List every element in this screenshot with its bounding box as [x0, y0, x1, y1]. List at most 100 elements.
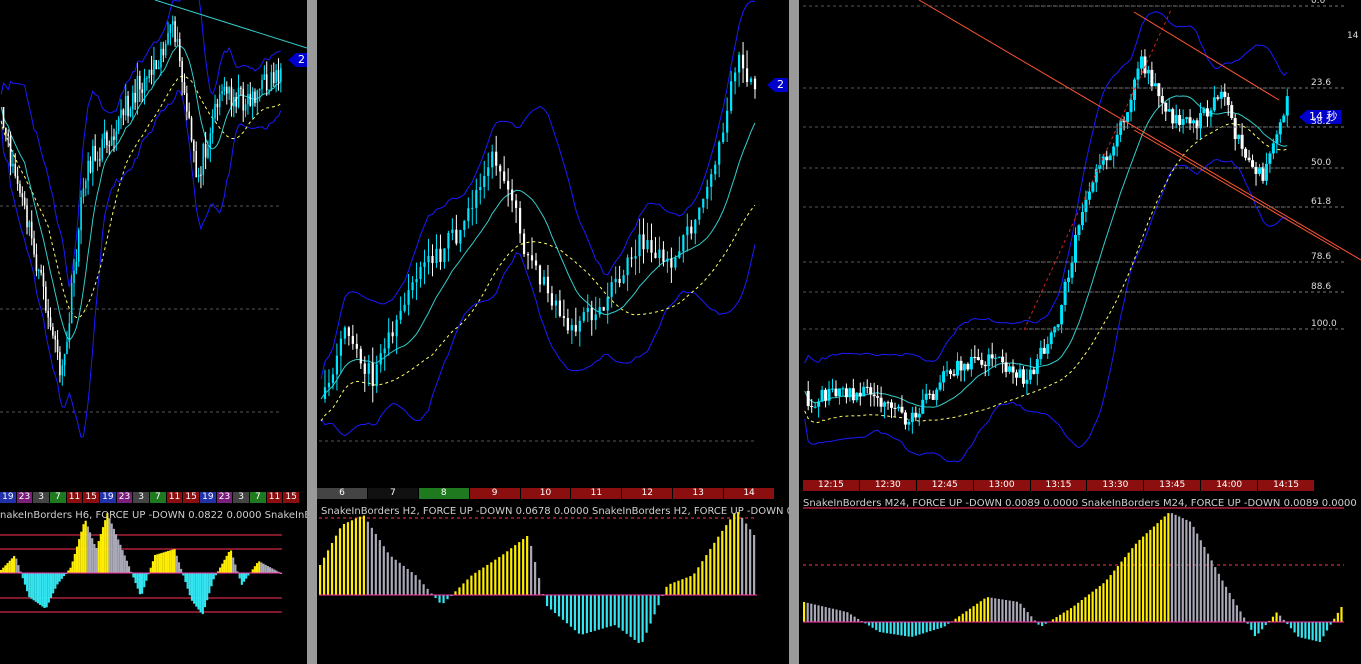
candle [471, 207, 474, 209]
candle [1268, 153, 1272, 164]
session-label: 8 [418, 488, 469, 499]
indicator-bar [1084, 597, 1087, 622]
candle [143, 78, 146, 93]
indicator-bar [1008, 600, 1011, 622]
candle [12, 163, 14, 167]
indicator-bar [171, 549, 174, 573]
candle [1188, 117, 1192, 124]
session-label: 6 [317, 488, 367, 499]
indicator-bar [534, 561, 537, 595]
channel-line-lower [1133, 129, 1340, 251]
indicator-bar [474, 572, 477, 595]
candle [1008, 366, 1012, 372]
candle [1251, 160, 1255, 167]
candle [910, 412, 914, 423]
panel-divider-1[interactable] [307, 0, 317, 664]
indicator-bar [1123, 557, 1127, 622]
indicator-bar [1318, 622, 1321, 642]
chart-panel-middle[interactable]: 2 6 7 8 9 10 11 12 13 14 SnakeInBorders H2, FORC… [317, 0, 789, 664]
candle [753, 78, 757, 90]
candle [1264, 163, 1268, 181]
indicator-bar [853, 616, 856, 622]
candle [1244, 148, 1248, 158]
indicator-bar [506, 551, 509, 595]
candle [917, 413, 921, 418]
candle [858, 392, 862, 397]
indicator-bar [154, 554, 157, 573]
candle [110, 136, 113, 146]
indicator-bar [1178, 516, 1181, 622]
indicator-bar [162, 552, 165, 573]
session-label: 3 [133, 492, 149, 503]
indicator-bar [943, 622, 946, 627]
panel-divider-2[interactable] [789, 0, 799, 664]
indicator-bar [498, 557, 501, 595]
indicator-bar [374, 533, 377, 595]
indicator-bar [1243, 617, 1246, 622]
candle [921, 399, 925, 414]
indicator-bar [979, 601, 982, 622]
indicator-bar [490, 562, 493, 595]
candle [666, 258, 669, 262]
candle [682, 235, 685, 252]
indicator-bar [1152, 526, 1156, 622]
candle [1261, 167, 1265, 181]
indicator-bar [238, 573, 241, 579]
candle [841, 388, 845, 390]
indicator-bar [849, 614, 853, 622]
indicator-bar [968, 608, 972, 622]
indicator-bar [817, 605, 820, 622]
candle [451, 229, 454, 234]
lower-band [804, 158, 1288, 463]
candle [1233, 118, 1237, 140]
indicator-bar [621, 595, 624, 631]
candle [1021, 369, 1025, 384]
indicator-bar [394, 559, 397, 595]
candle [99, 159, 101, 161]
candle [1219, 91, 1223, 99]
fib-level-label: 38.2 [1311, 117, 1332, 127]
indicator-bar [414, 575, 417, 595]
candle [431, 256, 434, 264]
session-label: 13:15 [1030, 480, 1087, 491]
price-chart-left [0, 0, 307, 615]
candle [19, 183, 21, 194]
indicator-bar [1185, 519, 1188, 622]
session-label: 3 [233, 492, 249, 503]
candle [606, 296, 609, 311]
indicator-bar [1069, 608, 1073, 622]
candle [122, 109, 125, 116]
session-label: 19 [200, 492, 216, 503]
candle [730, 81, 733, 111]
candle [1108, 155, 1112, 161]
indicator-bar [1109, 575, 1112, 622]
chart-panel-right[interactable]: 14 秒 14 0.0 23.6 38.2 50.0 61.8 78.6 88.6 100.0… [799, 0, 1361, 664]
candle [848, 388, 852, 398]
candle [23, 197, 26, 206]
candle [30, 221, 33, 239]
indicator-bar [149, 567, 152, 573]
indicator-bar [1073, 605, 1076, 622]
fib-level-label: 61.8 [1311, 197, 1332, 207]
candle [1056, 324, 1060, 328]
indicator-bar [1087, 594, 1091, 622]
candle [642, 234, 645, 250]
candle [511, 189, 514, 201]
candle [694, 219, 697, 234]
indicator-bar [138, 573, 141, 595]
candle [54, 335, 57, 340]
candle [272, 72, 275, 83]
indicator-bar [212, 573, 215, 580]
candle [483, 176, 486, 188]
candle [851, 388, 855, 401]
moving-average-slow [320, 204, 756, 422]
candle [230, 87, 233, 107]
chart-panel-left[interactable]: 2 19 23 3 7 11 15 19 23 3 7 11 15 19 23 3 7 11 15 nakeInB… [0, 0, 307, 664]
indicator-bar [1174, 514, 1177, 622]
candle [218, 93, 221, 108]
candle [399, 310, 402, 320]
indicator-bar [1120, 561, 1123, 622]
candle [359, 348, 362, 364]
candle [223, 86, 226, 92]
indicator-bar [617, 595, 620, 628]
